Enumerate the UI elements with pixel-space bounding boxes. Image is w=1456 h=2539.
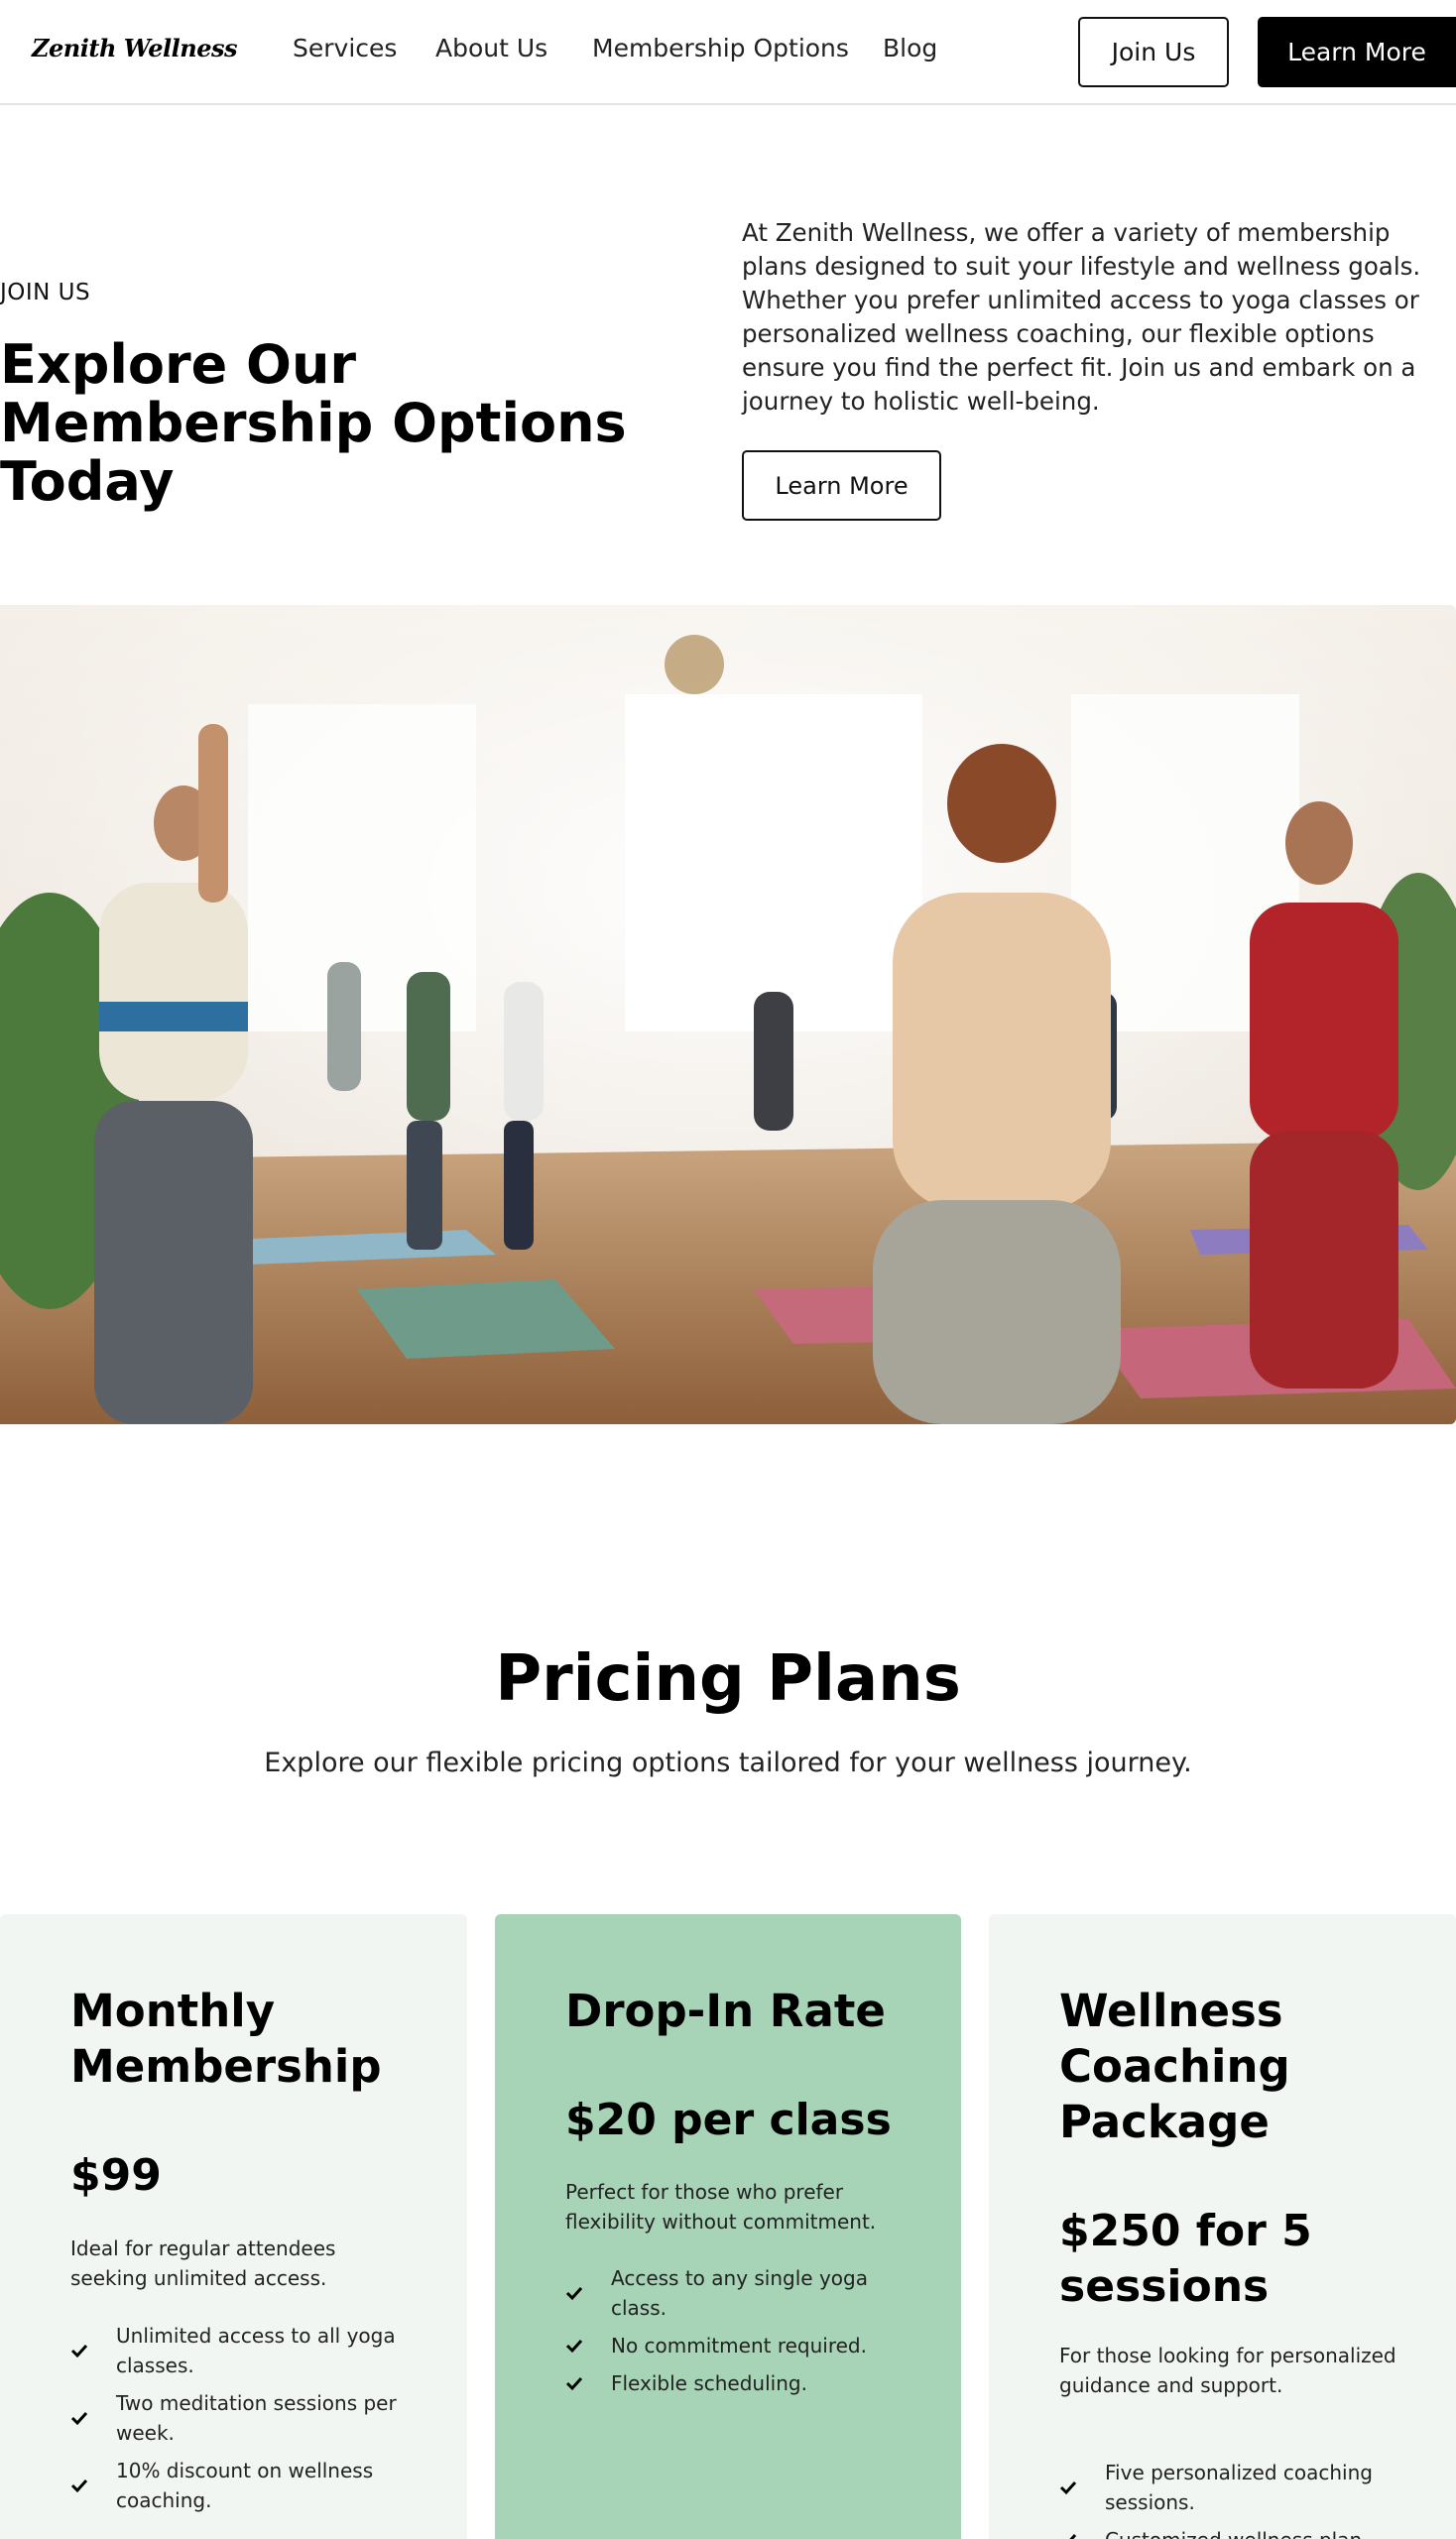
pricing-card-monthly: Monthly Membership $99 Ideal for regular… (0, 1914, 467, 2539)
check-icon (70, 2411, 88, 2426)
pricing-card-coaching: Wellness Coaching Package $250 for 5 ses… (989, 1914, 1456, 2539)
nav-link-about-us[interactable]: About Us (435, 34, 547, 62)
nav-link-services[interactable]: Services (293, 34, 397, 62)
brand-logo[interactable]: Zenith Wellness (32, 34, 238, 62)
card-description: For those looking for personalized guida… (1059, 2344, 1396, 2397)
feature-text: Access to any single yoga class. (611, 2266, 868, 2320)
feature-item: No commitment required. (565, 2331, 903, 2360)
check-icon (70, 2479, 88, 2493)
learn-more-nav-button[interactable]: Learn More (1258, 17, 1456, 87)
nav-link-membership-options[interactable]: Membership Options (592, 34, 849, 62)
feature-text: Flexible scheduling. (611, 2371, 807, 2395)
feature-list: Unlimited access to all yoga classes. Tw… (70, 2321, 408, 2523)
feature-item: Unlimited access to all yoga classes. (70, 2321, 408, 2380)
card-description: Ideal for regular attendees seeking unli… (70, 2237, 336, 2290)
card-title: Drop-In Rate (565, 1985, 886, 2037)
hero-description: At Zenith Wellness, we offer a variety o… (742, 218, 1421, 416)
hero-learn-more-button[interactable]: Learn More (742, 450, 941, 521)
card-title: Wellness Coaching Package (1059, 1985, 1290, 2148)
feature-item: Flexible scheduling. (565, 2368, 903, 2398)
card-price: $250 for 5 sessions (1059, 2206, 1312, 2312)
feature-item: Customized wellness plan. (1059, 2525, 1396, 2539)
feature-text: 10% discount on wellness coaching. (116, 2459, 374, 2512)
feature-item: Access to any single yoga class. (565, 2263, 903, 2323)
nav-link-blog[interactable]: Blog (883, 34, 937, 62)
check-icon (1062, 2533, 1077, 2539)
feature-text: Customized wellness plan. (1105, 2525, 1369, 2539)
card-description: Perfect for those who prefer flexibility… (565, 2180, 877, 2234)
pricing-card-drop-in: Drop-In Rate $20 per class Perfect for t… (495, 1914, 961, 2539)
feature-list: Five personalized coaching sessions. Cus… (1059, 2458, 1396, 2539)
yoga-class-image (0, 605, 1456, 1424)
card-title: Monthly Membership (70, 1985, 382, 2093)
check-icon (565, 2286, 583, 2301)
pricing-title: Pricing Plans (495, 1642, 961, 1716)
feature-item: 10% discount on wellness coaching. (70, 2456, 408, 2515)
feature-text: Five personalized coaching sessions. (1105, 2461, 1373, 2514)
card-price: $20 per class (565, 2095, 892, 2145)
hero-title: Explore Our Membership Options Today (0, 333, 627, 513)
join-us-button[interactable]: Join Us (1078, 17, 1229, 87)
feature-text: Two meditation sessions per week. (116, 2391, 397, 2445)
feature-text: Unlimited access to all yoga classes. (116, 2324, 396, 2377)
pricing-subtitle: Explore our flexible pricing options tai… (264, 1748, 1192, 1778)
top-navbar: Zenith Wellness Services About Us Member… (0, 0, 1456, 105)
feature-item: Five personalized coaching sessions. (1059, 2458, 1396, 2517)
hero-eyebrow: JOIN US (0, 280, 91, 305)
check-icon (1059, 2480, 1077, 2495)
check-icon (565, 2376, 583, 2391)
card-price: $99 (70, 2150, 162, 2201)
feature-item: Two meditation sessions per week. (70, 2388, 408, 2448)
check-icon (565, 2339, 583, 2354)
feature-list: Access to any single yoga class. No comm… (565, 2263, 903, 2406)
feature-text: No commitment required. (611, 2334, 867, 2358)
check-icon (70, 2344, 88, 2358)
